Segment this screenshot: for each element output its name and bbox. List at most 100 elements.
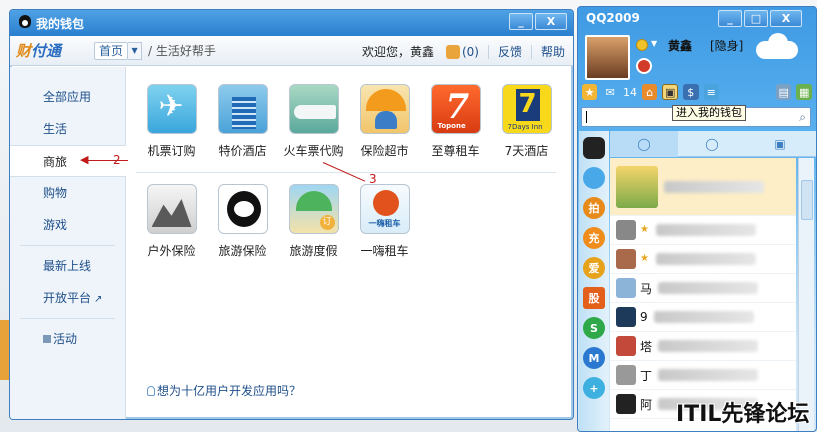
scrollbar-thumb[interactable] [801,180,813,220]
developer-promo-link[interactable]: 想为十亿用户开发应用吗？ [147,382,301,399]
list-item[interactable]: 丁 [610,361,796,390]
app-topone-car-rental[interactable]: 至尊租车 [420,84,491,172]
wallet-navbar: 财付通 首页 ▼ / 生活好帮手 欢迎您，黄鑫 (0) 反馈 帮助 [10,36,573,66]
avatar [616,278,636,298]
sidebar-item-shopping[interactable]: 购物 [10,177,125,209]
app-manager-icon[interactable]: ▦ [796,84,812,100]
breadcrumb-home-label: 首页 [99,44,124,58]
app-grid: 机票订购 特价酒店 火车票代购 保险超市 至尊租车 7天酒店 户外保险 旅游保险… [127,67,573,272]
logo-text-1: 财 [16,42,32,60]
sidebar-item-games[interactable]: 游戏 [10,209,125,241]
music-icon[interactable]: M [583,347,605,369]
tenpay-logo[interactable]: 财付通 [10,36,90,66]
list-item[interactable]: 塔 [610,332,796,361]
sidebar-item-business-travel[interactable]: 商旅 [10,145,126,177]
list-item[interactable] [610,158,796,216]
help-link[interactable]: 帮助 [541,43,565,60]
avatar[interactable] [585,35,630,80]
message-count[interactable]: (0) [462,45,479,59]
wallet-titlebar[interactable]: 我的钱包 _ X [10,10,573,36]
sidebar-item-activity[interactable]: 活动 [10,323,125,355]
topone-icon [430,84,481,134]
add-icon[interactable]: + [583,377,605,399]
love-icon[interactable]: 爱 [583,257,605,279]
avatar [616,220,636,240]
mail-icon[interactable]: ✉ [602,84,617,100]
app-label: 至尊租车 [431,144,480,158]
search-icon[interactable]: ⌕ [799,110,806,125]
qq-penguin-icon [18,15,32,31]
blurred-name [658,340,759,352]
tab-contacts[interactable]: ◯ [610,131,678,157]
app-label: 7天酒店 [504,144,549,158]
ehi-icon [359,184,410,234]
close-button[interactable]: X [770,10,802,27]
panda-icon [217,184,268,234]
wallet-window: 我的钱包 _ X 财付通 首页 ▼ / 生活好帮手 欢迎您，黄鑫 (0) 反馈 … [9,9,574,420]
qq-penguin-icon[interactable] [583,137,605,159]
app-train-ticket[interactable]: 火车票代购 [278,84,349,172]
feedback-link[interactable]: 反馈 [498,43,522,60]
activity-label: 活动 [53,332,78,346]
maximize-button[interactable]: □ [744,10,768,27]
minimize-button[interactable]: _ [718,10,742,27]
friend-name: 丁 [640,368,653,383]
wallet-title: 我的钱包 [36,16,85,31]
list-item[interactable]: ★ [610,245,796,274]
shop-icon[interactable]: ⌂ [641,84,658,100]
soso-icon[interactable]: S [583,317,605,339]
annotation-2: 2 [113,153,121,167]
notes-icon[interactable]: ≡ [703,84,719,100]
beach-icon [288,184,339,234]
tab-groups[interactable]: ◯ [678,131,746,157]
app-outdoor-insurance[interactable]: 户外保险 [136,184,207,272]
weather-icon[interactable] [748,29,808,69]
nav-right: 欢迎您，黄鑫 (0) 反馈 帮助 [362,43,565,60]
app-flight-booking[interactable]: 机票订购 [136,84,207,172]
chat-room-icon[interactable] [583,167,605,189]
sidebar-item-new[interactable]: 最新上线 [10,250,125,282]
wallet-icon[interactable]: ▣ [662,84,679,100]
blurred-name [658,282,759,294]
tab-recent[interactable]: ▣ [746,131,814,157]
app-label: 旅游保险 [218,244,267,258]
friend-list-scrollbar[interactable] [798,158,814,431]
stock-icon[interactable]: 股 [583,287,605,309]
signature-icon[interactable] [636,58,652,74]
app-label: 保险超市 [360,144,409,158]
app-ehi-car-rental[interactable]: 一嗨租车 [349,184,420,272]
sidebar-item-all-apps[interactable]: 全部应用 [10,81,125,113]
sidebar-divider [20,245,115,246]
app-travel-vacation[interactable]: 旅游度假 [278,184,349,272]
sidebar-item-life[interactable]: 生活 [10,113,125,145]
message-icon[interactable] [445,44,460,59]
star-icon: ★ [640,253,649,264]
sidebar-item-open-platform[interactable]: 开放平台 ↗ [10,282,125,314]
close-button[interactable]: X [535,13,567,30]
paipai-icon[interactable]: 拍 [583,197,605,219]
status-text: [隐身] [710,39,744,53]
app-label: 旅游度假 [289,244,338,258]
list-item[interactable]: 马 [610,274,796,303]
wallet-content: 机票订购 特价酒店 火车票代购 保险超市 至尊租车 7天酒店 户外保险 旅游保险… [127,67,573,419]
app-insurance-market[interactable]: 保险超市 [349,84,420,172]
welcome-text: 欢迎您，黄鑫 [361,45,434,59]
recharge-icon[interactable]: 充 [583,227,605,249]
status-icon[interactable] [636,39,648,51]
list-item[interactable]: 9 [610,303,796,332]
breadcrumb-home[interactable]: 首页 [94,41,129,60]
app-discount-hotel[interactable]: 特价酒店 [207,84,278,172]
minimize-button[interactable]: _ [509,13,533,30]
friend-list: ★ ★ 马 9 塔 丁 阿 [610,158,796,431]
app-travel-insurance[interactable]: 旅游保险 [207,184,278,272]
app-7days-inn[interactable]: 7天酒店 [491,84,562,172]
inbox-icon[interactable]: ▤ [775,84,792,100]
list-item[interactable]: ★ [610,216,796,245]
chevron-down-icon[interactable]: ▼ [651,39,657,48]
text-cursor [586,111,587,123]
site-watermark: ITIL先锋论坛 [676,402,810,427]
star-icon[interactable]: ★ [582,84,598,100]
tenpay-icon[interactable]: $ [683,84,699,100]
chevron-down-icon[interactable]: ▼ [128,41,143,60]
friend-name: 塔 [640,339,653,354]
